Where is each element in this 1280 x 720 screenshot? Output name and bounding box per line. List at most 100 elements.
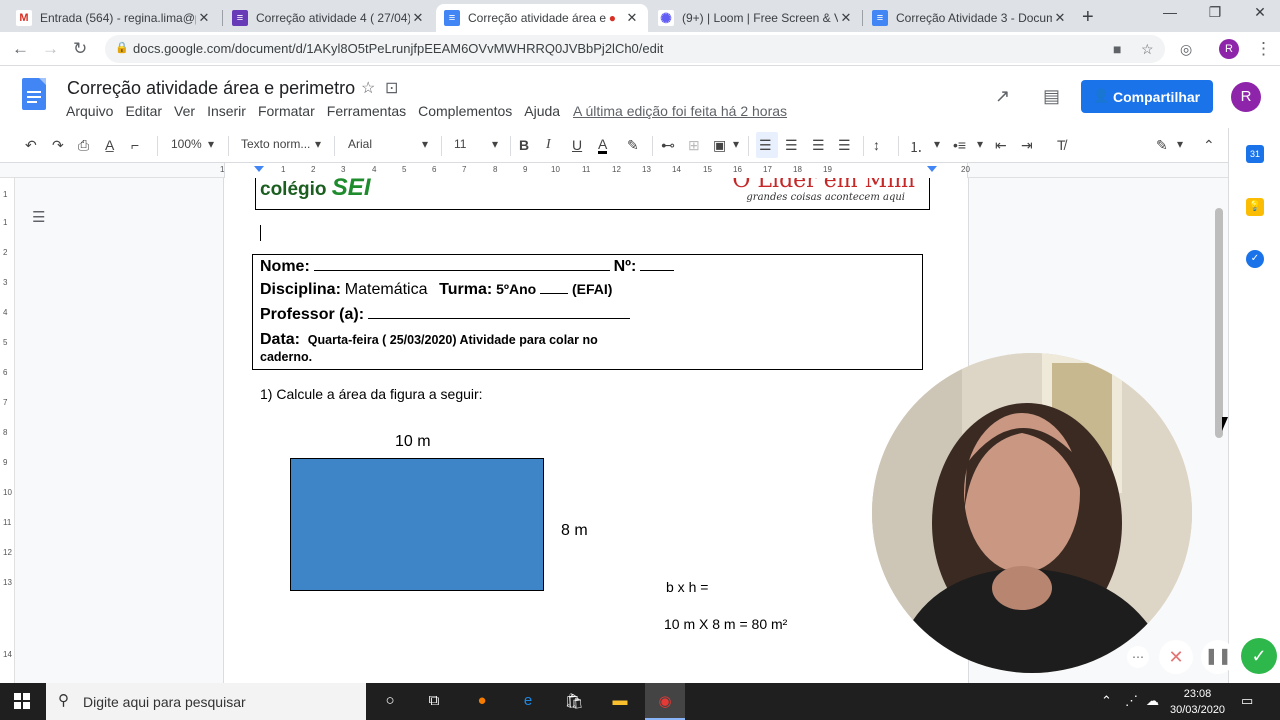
minimize-button[interactable]: — (1150, 4, 1190, 20)
right-indent-marker[interactable] (927, 166, 937, 172)
onedrive-icon[interactable]: ☁ (1146, 693, 1159, 709)
keep-icon[interactable]: 💡 (1246, 198, 1264, 216)
last-edit-link[interactable]: A última edição foi feita há 2 horas (573, 103, 787, 119)
bookmark-star-icon[interactable]: ☆ (1141, 41, 1154, 58)
taskbar-search-input[interactable]: ⚲ Digite aqui para pesquisar (46, 683, 366, 720)
line-spacing-icon[interactable]: ↕ (873, 137, 880, 153)
italic-button[interactable]: I (546, 137, 551, 153)
insert-image-icon[interactable]: ▣ (713, 137, 726, 154)
increase-indent-icon[interactable]: ⇥ (1021, 137, 1033, 154)
align-center-icon[interactable]: ☰ (785, 137, 798, 154)
file-explorer-icon[interactable]: ▬ (610, 692, 630, 712)
chrome-icon[interactable]: ◉ (645, 683, 685, 720)
underline-button[interactable]: U (572, 137, 582, 153)
forward-icon[interactable]: → (42, 39, 59, 59)
bold-button[interactable]: B (519, 137, 529, 153)
clear-formatting-icon[interactable]: T̸ (1057, 137, 1066, 153)
highlight-icon[interactable]: ✎ (627, 137, 639, 154)
chevron-down-icon[interactable]: ▾ (208, 137, 214, 151)
paint-format-icon[interactable]: ⌐ (131, 137, 139, 153)
zoom-select[interactable]: 100% (171, 137, 202, 151)
menu-ferramentas[interactable]: Ferramentas (327, 103, 406, 119)
tab-docs-active[interactable]: ≡ Correção atividade área e ● ✕ (436, 4, 648, 32)
loom-cancel-icon[interactable]: ✕ (1159, 640, 1193, 674)
cortana-icon[interactable]: ○ (380, 692, 400, 712)
close-icon[interactable]: ✕ (838, 10, 854, 26)
menu-complementos[interactable]: Complementos (418, 103, 512, 119)
activity-trend-icon[interactable]: ↗ (995, 86, 1010, 107)
tray-chevron-icon[interactable]: ⌃ (1101, 693, 1112, 709)
menu-editar[interactable]: Editar (125, 103, 162, 119)
align-right-icon[interactable]: ☰ (812, 137, 825, 154)
new-tab-button[interactable]: + (1082, 6, 1094, 29)
document-page[interactable]: colégio SEI O Líder em Mim grandes coisa… (224, 178, 968, 683)
star-icon[interactable]: ☆ (361, 78, 375, 98)
wifi-icon[interactable]: ⋰ (1125, 693, 1138, 709)
store-icon[interactable]: 🛍 (564, 692, 584, 712)
document-title[interactable]: Correção atividade área e perimetro (67, 78, 355, 99)
windows-start-icon[interactable] (14, 693, 30, 709)
comments-icon[interactable]: ▤ (1043, 86, 1060, 107)
loom-more-icon[interactable]: ⋯ (1127, 646, 1149, 668)
tab-docs-2[interactable]: ≡ Correção Atividade 3 - Docum ✕ (864, 4, 1076, 32)
font-select[interactable]: Arial (348, 137, 372, 151)
spellcheck-icon[interactable]: A̲ (105, 137, 114, 153)
loom-webcam-bubble[interactable] (872, 353, 1192, 673)
address-bar[interactable]: 🔒 docs.google.com/document/d/1AKyl8O5tPe… (105, 35, 1165, 63)
calendar-icon[interactable]: 31 (1246, 145, 1264, 163)
menu-inserir[interactable]: Inserir (207, 103, 246, 119)
tasks-icon[interactable]: ✓ (1246, 250, 1264, 268)
maximize-button[interactable]: ❐ (1195, 4, 1235, 21)
menu-ajuda[interactable]: Ajuda (524, 103, 560, 119)
numbered-list-icon[interactable]: ⒈ (909, 137, 923, 157)
menu-formatar[interactable]: Formatar (258, 103, 315, 119)
loom-pause-icon[interactable]: ❚❚ (1201, 640, 1235, 674)
menu-arquivo[interactable]: Arquivo (66, 103, 113, 119)
google-docs-logo-icon[interactable] (22, 78, 46, 110)
undo-icon[interactable]: ↶ (25, 137, 37, 154)
text-color-button[interactable]: A (598, 137, 608, 154)
camera-icon[interactable]: ■ (1113, 41, 1121, 57)
align-left-icon[interactable]: ☰ (759, 137, 772, 154)
back-icon[interactable]: ← (12, 39, 29, 59)
share-button[interactable]: 👤 Compartilhar (1081, 80, 1213, 113)
menu-ver[interactable]: Ver (174, 103, 195, 119)
close-icon[interactable]: ✕ (624, 10, 640, 26)
chevron-down-icon[interactable]: ▾ (422, 137, 428, 151)
close-icon[interactable]: ✕ (410, 10, 426, 26)
docs-account-avatar[interactable]: R (1231, 82, 1261, 112)
chevron-down-icon[interactable]: ▾ (934, 137, 940, 151)
print-icon[interactable]: ⎙ (78, 137, 89, 154)
left-indent-marker[interactable] (254, 166, 264, 172)
notifications-icon[interactable]: ▭ (1241, 693, 1253, 709)
vertical-scrollbar[interactable] (1215, 208, 1223, 438)
chevron-down-icon[interactable]: ▾ (492, 137, 498, 151)
decrease-indent-icon[interactable]: ⇤ (995, 137, 1007, 154)
window-close-button[interactable]: ✕ (1240, 4, 1280, 21)
move-folder-icon[interactable]: ⊡ (385, 78, 398, 98)
task-view-icon[interactable]: ⧉ (424, 692, 444, 712)
align-justify-icon[interactable]: ☰ (838, 137, 851, 154)
extension-icon[interactable]: ◎ (1180, 41, 1192, 58)
add-comment-icon[interactable]: ⊞ (688, 137, 700, 154)
close-icon[interactable]: ✕ (196, 10, 212, 26)
font-size-select[interactable]: 11 (454, 137, 466, 151)
close-icon[interactable]: ✕ (1052, 10, 1068, 26)
redo-icon[interactable]: ↷ (52, 137, 64, 154)
browser-menu-icon[interactable]: ⋮ (1255, 39, 1272, 59)
browser-profile-avatar[interactable]: R (1219, 39, 1239, 59)
chevron-down-icon[interactable]: ▾ (733, 137, 739, 151)
chevron-down-icon[interactable]: ▾ (1177, 137, 1183, 151)
edge-icon[interactable]: e (518, 692, 538, 712)
loom-finish-icon[interactable]: ✓ (1241, 638, 1277, 674)
paragraph-style-select[interactable]: Texto norm... (241, 137, 310, 151)
bulleted-list-icon[interactable]: •≡ (953, 137, 966, 153)
tab-gmail[interactable]: M Entrada (564) - regina.lima@p ✕ (8, 4, 220, 32)
tab-loom[interactable]: ✺ (9+) | Loom | Free Screen & Vi ✕ (650, 4, 862, 32)
firefox-icon[interactable]: ● (472, 692, 492, 712)
link-icon[interactable]: ⊷ (661, 137, 675, 154)
chevron-down-icon[interactable]: ▾ (977, 137, 983, 151)
tab-forms[interactable]: ≡ Correção atividade 4 ( 27/04) - ✕ (224, 4, 434, 32)
collapse-menu-icon[interactable]: ⌃ (1203, 137, 1215, 154)
chevron-down-icon[interactable]: ▾ (315, 137, 321, 151)
